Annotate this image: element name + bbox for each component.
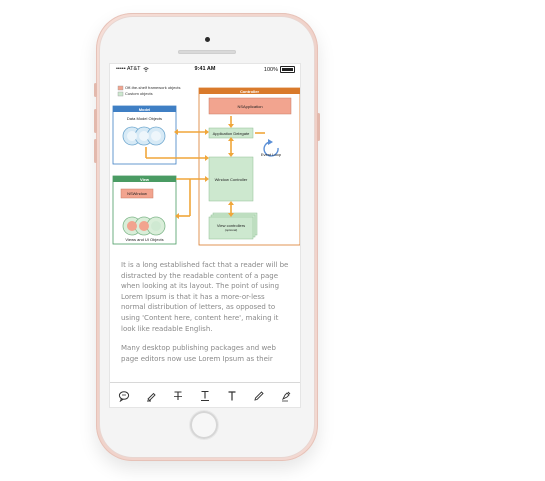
battery-icon (280, 66, 295, 73)
legend-custom: Custom objects (125, 91, 153, 96)
model-title: Model (138, 106, 151, 112)
pencil-icon[interactable] (252, 389, 266, 403)
battery-percent: 100% (263, 66, 278, 73)
paragraph-1: It is a long established fact that a rea… (121, 261, 289, 333)
controller-title: Controller (239, 88, 260, 94)
screen: ••••• AT&T 9:41 AM 100% Off-the-shelf fr… (110, 64, 300, 407)
status-bar: ••••• AT&T 9:41 AM 100% (110, 64, 300, 75)
model-object-2-inner (139, 131, 149, 141)
model-label: Data Model Objects (126, 116, 163, 121)
paragraph-2: Many desktop publishing packages and web… (121, 344, 276, 363)
view-object-1-inner (127, 221, 137, 231)
view-title: View (139, 176, 150, 182)
mvc-diagram: Off-the-shelf framework objects Custom o… (110, 76, 300, 246)
pen-icon[interactable] (279, 389, 293, 403)
view-controllers-note: (optional) (224, 228, 238, 232)
view-object-2-inner (139, 221, 149, 231)
nsapplication-label: NSApplication (237, 104, 263, 109)
event-loop-label: Event Loop (260, 152, 282, 157)
legend-swatch-framework (117, 85, 124, 91)
diagram-shapes (112, 85, 300, 246)
text-icon[interactable] (225, 389, 239, 403)
phone-frame: ••••• AT&T 9:41 AM 100% Off-the-shelf fr… (94, 13, 320, 461)
mute-switch (94, 83, 97, 97)
legend-swatch-custom (117, 91, 124, 97)
model-object-1-inner (127, 131, 137, 141)
front-camera (205, 37, 210, 42)
view-label: Views and UI Objects (125, 237, 164, 242)
window-controller-label: Window Controller (214, 177, 248, 182)
legend-framework-label: Off-the-shelf framework objects (125, 85, 181, 90)
legend-framework: Off-the-shelf framework objects (125, 85, 181, 90)
home-button[interactable] (190, 411, 218, 439)
volume-down-button (94, 139, 97, 163)
earpiece-speaker (178, 50, 236, 54)
legend-custom-label: Custom objects (125, 91, 153, 96)
battery-indicator: 100% (264, 66, 295, 73)
article-body: It is a long established fact that a rea… (121, 260, 289, 373)
app-delegate-label: Application Delegate (212, 131, 250, 136)
volume-up-button (94, 109, 97, 133)
comment-icon[interactable] (117, 389, 131, 403)
model-object-3-inner (151, 131, 161, 141)
text-strikethrough-icon[interactable] (171, 389, 185, 403)
nswindow-label: NSWindow (127, 191, 147, 196)
text-underline-icon[interactable] (198, 389, 212, 403)
annotation-toolbar (110, 382, 300, 407)
power-button (317, 113, 320, 141)
highlighter-icon[interactable] (144, 389, 158, 403)
view-object-3-inner (151, 221, 161, 231)
